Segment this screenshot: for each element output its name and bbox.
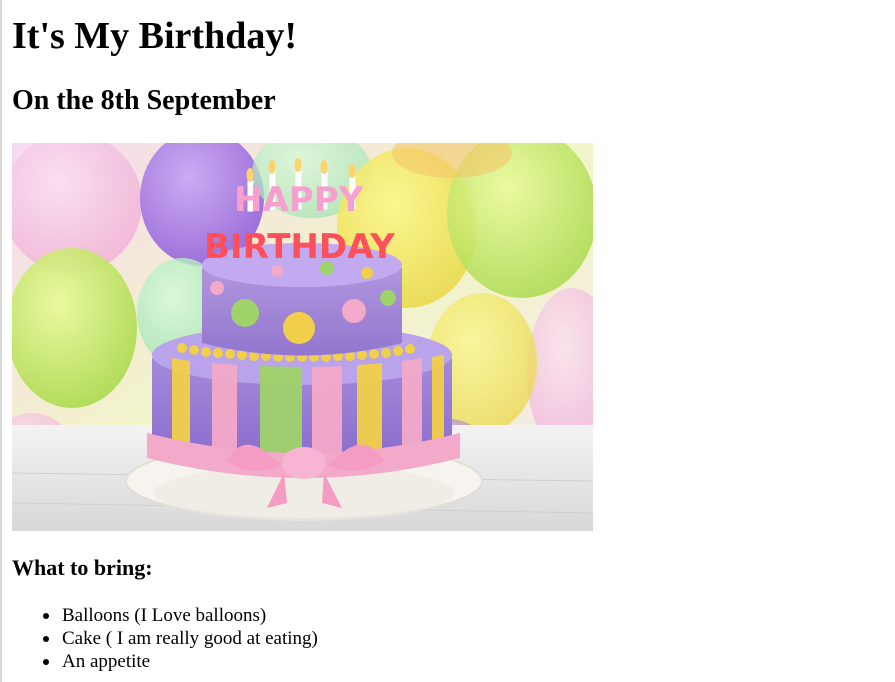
- list-item-text: Cake ( I am really good at eating): [62, 628, 318, 649]
- list-item: Balloons (I Love balloons): [43, 604, 318, 627]
- cake-topper-birthday-text: BIRTHDAY: [204, 227, 395, 267]
- bring-heading: What to bring:: [12, 555, 153, 580]
- list-item: An appetite: [43, 650, 318, 673]
- list-item: Cake ( I am really good at eating): [43, 627, 318, 650]
- bullet-icon: [43, 636, 49, 642]
- list-item-text: An appetite: [62, 651, 151, 672]
- bullet-icon: [43, 613, 49, 619]
- page-title: It's My Birthday!: [12, 15, 297, 57]
- bring-list: Balloons (I Love balloons) Cake ( I am r…: [12, 604, 318, 673]
- birthday-cake-image: HAPPY BIRTHDAY: [12, 143, 593, 531]
- cake-topper-happy: HAPPY: [234, 180, 364, 220]
- bullet-icon: [43, 659, 49, 665]
- page-subtitle: On the 8th September: [12, 85, 276, 116]
- cake-topper-birthday: BIRTHDAY: [204, 227, 395, 267]
- cake-topper-happy-text: HAPPY: [234, 180, 364, 220]
- list-item-text: Balloons (I Love balloons): [62, 605, 267, 626]
